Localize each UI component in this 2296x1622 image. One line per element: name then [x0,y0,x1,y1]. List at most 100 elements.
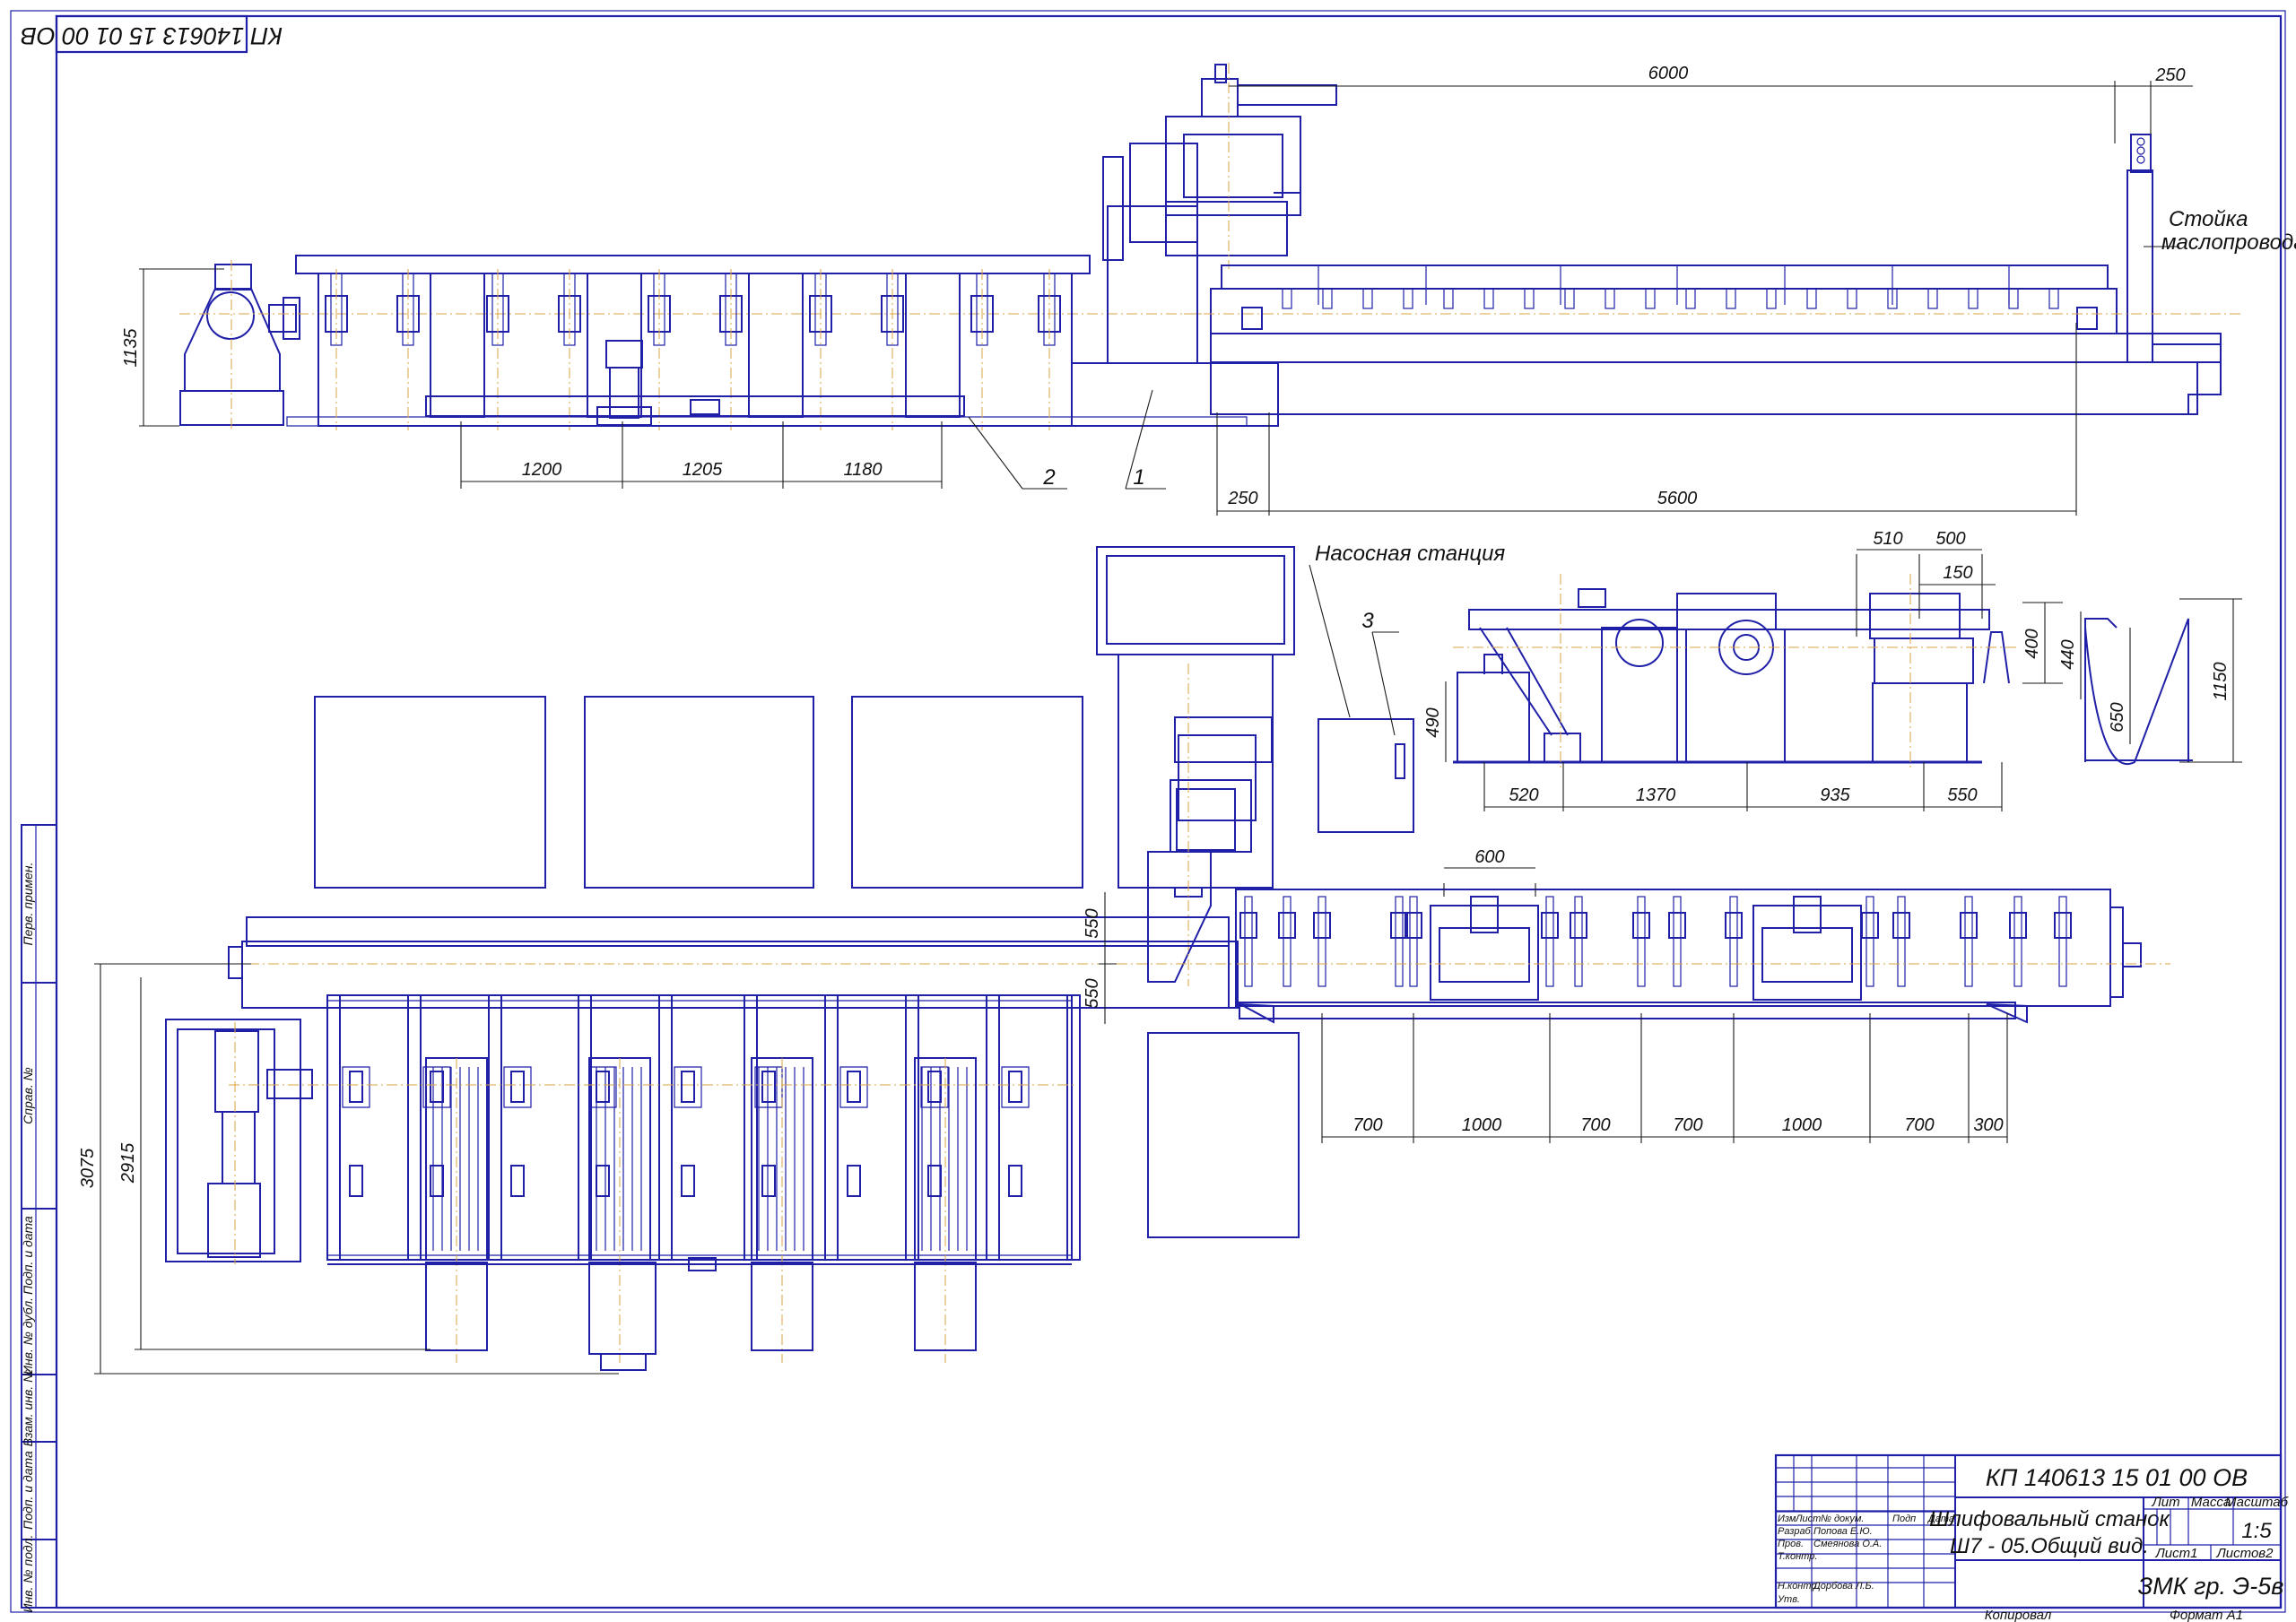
beam-roller-hub [2009,912,2027,939]
engineering-drawing: КП 140613 15 01 00 ОВ Перв. примен. Спра… [10,10,2296,1622]
title-code: КП 140613 15 01 00 ОВ [1986,1464,2248,1491]
stamp-sprav: Справ. № [21,1067,35,1124]
table-slot [2008,288,2019,309]
sheet-outer-frame [10,10,2286,1613]
dim-550-side: 550 [1947,785,1977,805]
plan-frame-post [407,994,422,1261]
beam-roller [1897,896,1906,987]
dim-1200: 1200 [522,460,562,480]
title-block: КП 140613 15 01 00 ОВ Шлифовальный стано… [1774,1453,2289,1622]
beam-roller [1673,896,1682,987]
dim-1000-b: 1000 [1782,1115,1822,1135]
dim-700-c: 700 [1673,1115,1702,1135]
tb-lit: Лит [2151,1495,2179,1510]
beam-roller-hub [1570,912,1587,939]
tb-data: Дата [1926,1514,1954,1524]
table-slot [1605,288,1615,309]
table-slot [1685,288,1696,309]
tb-list: Лист1 [2155,1546,2198,1561]
dim-5600: 5600 [1657,489,1698,508]
beam-roller [1964,896,1973,987]
table-slot [1847,288,1857,309]
plan-roller-upper [430,1071,444,1103]
rotated-code-text: КП 140613 15 01 00 ОВ [21,22,283,49]
dim-510: 510 [1873,529,1902,549]
plan-roller-upper [847,1071,861,1103]
beam-roller [1409,896,1418,987]
table-slot [1282,288,1292,309]
dim-2915: 2915 [118,1142,138,1184]
tb-tkontr: Т.контр. [1778,1551,1817,1562]
table-slot [1766,288,1777,309]
dim-250-top: 250 [2154,65,2185,85]
tb-listov: Листов2 [2216,1546,2274,1561]
label-2: 2 [1042,465,1055,490]
title-name-line1: Шлифовальный станок [1929,1507,2170,1531]
beam-roller-hub [1960,912,1978,939]
plan-roller-lower [596,1165,610,1197]
dim-1000-a: 1000 [1462,1115,1502,1135]
title-name-line2: Ш7 - 05.Общий вид. [1950,1534,2149,1558]
dim-300: 300 [1973,1115,2003,1135]
left-side-stamp: Перв. примен. Справ. № Подп. и дата Инв.… [21,824,57,1612]
tb-razrab-name: Попова Е.Ю. [1813,1526,1873,1537]
table-slot [1403,288,1413,309]
table-slot [1322,288,1333,309]
plan-dimensions: 600 550 550 3075 2915 700 1000 700 700 1… [78,847,2008,1375]
table-slots [1282,265,2059,309]
beam-roller-hub [1632,912,1650,939]
stamp-perv: Перв. примен. [21,862,35,945]
beam-roller [1244,896,1253,987]
plan-roller-upper [1008,1071,1022,1103]
drive-motor-plan [165,1019,313,1264]
title-block-rows [1776,1467,1955,1583]
tb-scale: 1:5 [2241,1519,2272,1543]
stamp-podp1: Подп. и дата [21,1216,35,1295]
dim-1150: 1150 [2211,662,2231,700]
dim-6000: 6000 [1648,64,1689,83]
beam-roller [1545,896,1554,987]
plan-roller-lower [847,1165,861,1197]
dim-520: 520 [1509,785,1538,805]
plan-roller-lower [349,1165,363,1197]
stamp-podp2: Подп. и дата [21,1451,35,1530]
dim-1180: 1180 [843,460,882,480]
plan-frame-post [905,994,919,1261]
plan-roller-lower [510,1165,525,1197]
front-view [179,63,2242,430]
plan-roller-upper [681,1071,695,1103]
tb-masshtab: Масштаб [2225,1495,2289,1510]
plan-frame-post [658,994,673,1261]
dim-490: 490 [1423,707,1443,737]
beam-roller [1395,896,1404,987]
label-pump-station: Насосная станция [1315,542,1505,566]
plan-frame-post [326,994,341,1261]
plan-roller-lower [681,1165,695,1197]
table-slot [1524,288,1535,309]
rotated-code-stamp: КП 140613 15 01 00 ОВ [21,14,283,54]
beam-roller [1637,896,1646,987]
grinding-head-front [1165,63,1337,269]
pump-station: Насосная станция 3 [1096,542,1505,833]
oil-stand [2126,134,2222,414]
dim-400: 400 [2022,629,2042,658]
tb-izm: Изм [1778,1514,1796,1524]
beam-roller [2058,896,2067,987]
beam-roller [1574,896,1583,987]
dim-440: 440 [2058,639,2078,669]
tb-prov: Пров. [1778,1539,1804,1549]
plan-roller-lower [761,1165,776,1197]
dim-550-b: 550 [1083,978,1102,1008]
plan-frame-post [986,994,1000,1261]
table-slot [1968,288,1979,309]
tb-podp: Подп [1892,1514,1916,1524]
dim-150: 150 [1943,563,1972,583]
table-slot [1443,288,1454,309]
beam-roller-hub [2054,912,2072,939]
beam-roller-hub [1541,912,1559,939]
beam-roller [1318,896,1326,987]
plan-roller-upper [349,1071,363,1103]
plan-frame-post [824,994,839,1261]
beam-roller-hub [1861,912,1879,939]
plan-roller-lower [927,1165,942,1197]
